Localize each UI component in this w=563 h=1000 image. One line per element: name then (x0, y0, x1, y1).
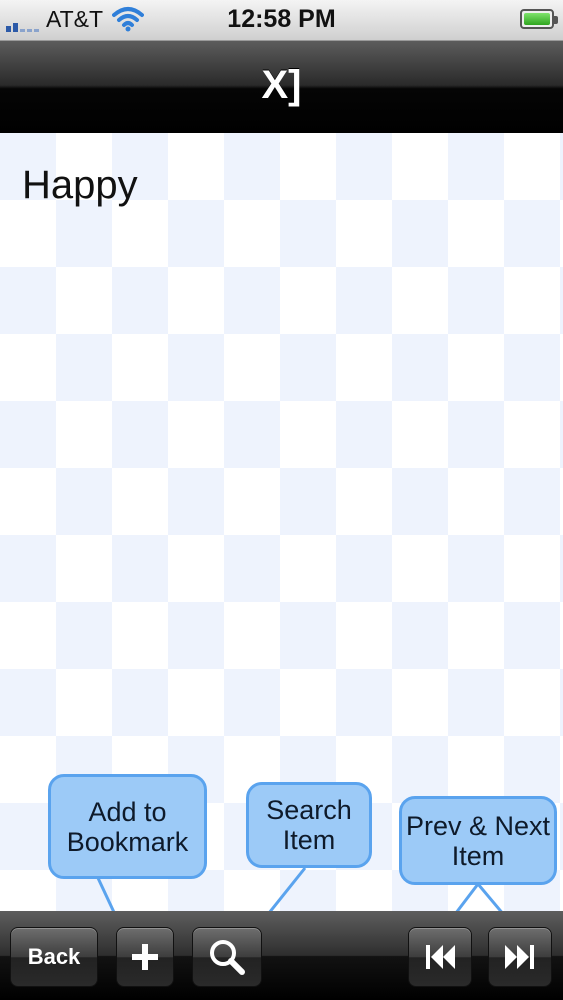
next-icon (505, 945, 534, 969)
callout-search-item: Search Item (246, 782, 372, 868)
search-button[interactable] (192, 927, 262, 987)
status-bar: AT&T 12:58 PM (0, 0, 563, 41)
callout-bookmark-line2: Bookmark (66, 826, 189, 857)
callout-bookmark-line1: Add to (88, 796, 167, 827)
callout-prev-next: Prev & Next Item (399, 796, 557, 885)
callout-prevnext-line2: Item (451, 840, 505, 871)
callout-search-line2: Item (282, 825, 336, 855)
battery-icon (520, 9, 558, 29)
nav-title: X] (261, 63, 302, 107)
status-time: 12:58 PM (227, 5, 336, 33)
navigation-bar: X] (0, 41, 563, 133)
back-button[interactable]: Back (10, 927, 98, 987)
bottom-toolbar: Back (0, 911, 563, 1000)
search-icon (210, 940, 245, 975)
next-item-button[interactable] (488, 927, 552, 987)
add-bookmark-button[interactable] (116, 927, 174, 987)
item-word: Happy (22, 163, 138, 207)
previous-item-button[interactable] (408, 927, 472, 987)
callout-search-line1: Search (266, 795, 352, 825)
callout-add-bookmark: Add to Bookmark (48, 774, 207, 879)
previous-icon (426, 945, 455, 969)
callout-prevnext-line1: Prev & Next (405, 810, 551, 841)
plus-icon (132, 944, 158, 970)
